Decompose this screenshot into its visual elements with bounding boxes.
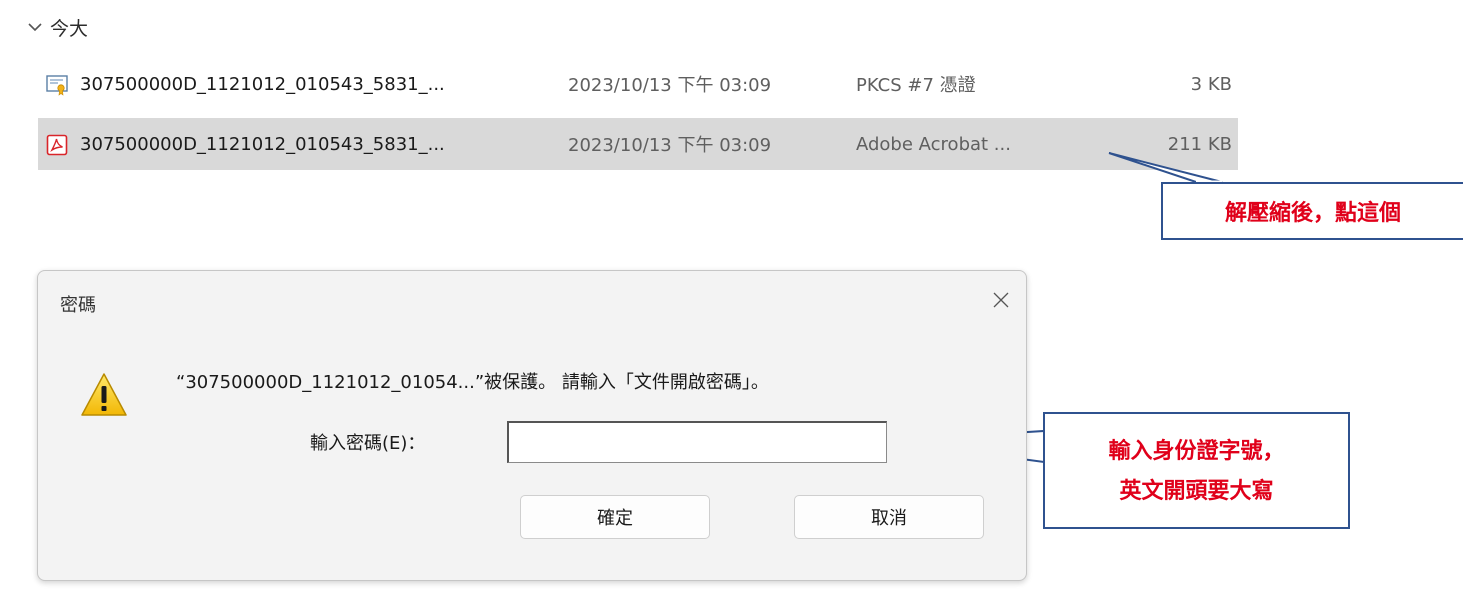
callout-text-line-2: 英文開頭要大寫: [1119, 477, 1274, 504]
password-label: 輸入密碼(E)：: [310, 433, 426, 454]
cancel-button[interactable]: 取消: [794, 495, 984, 539]
file-date: 2023/10/13 下午 03:09: [568, 135, 772, 156]
file-type: Adobe Acrobat ...: [856, 133, 1011, 155]
annotation-callout-click-file: 解壓縮後，點這個: [1161, 182, 1463, 240]
callout-text-line-1: 輸入身份證字號，: [1108, 437, 1285, 464]
certificate-icon: [46, 75, 68, 96]
warning-icon: [81, 373, 127, 416]
group-header-today[interactable]: 今大: [26, 12, 88, 42]
password-input[interactable]: [507, 421, 887, 463]
annotation-callout-enter-id: 輸入身份證字號， 英文開頭要大寫: [1043, 412, 1350, 529]
group-title: 今大: [50, 17, 89, 40]
ok-button[interactable]: 確定: [520, 495, 710, 539]
file-size: 3 KB: [1190, 73, 1232, 95]
file-type: PKCS #7 憑證: [856, 75, 976, 96]
close-icon: [993, 292, 1009, 308]
dialog-title: 密碼: [60, 295, 96, 316]
pdf-icon: [46, 134, 68, 156]
close-button[interactable]: [984, 285, 1018, 315]
file-row[interactable]: 307500000D_1121012_010543_5831_... 2023/…: [38, 118, 1238, 170]
file-name: 307500000D_1121012_010543_5831_...: [80, 73, 445, 95]
file-name: 307500000D_1121012_010543_5831_...: [80, 133, 445, 155]
file-date: 2023/10/13 下午 03:09: [568, 75, 772, 96]
chevron-down-icon: [28, 23, 42, 32]
file-size: 211 KB: [1167, 133, 1232, 155]
callout-text: 解壓縮後，點這個: [1224, 200, 1401, 226]
file-row[interactable]: 307500000D_1121012_010543_5831_... 2023/…: [38, 58, 1238, 110]
dialog-message: “307500000D_1121012_01054...”被保護。 請輸入「文件…: [176, 372, 769, 393]
password-dialog: 密碼 “307500000D_1121012_01054...”被保護。 請輸入…: [37, 270, 1027, 581]
